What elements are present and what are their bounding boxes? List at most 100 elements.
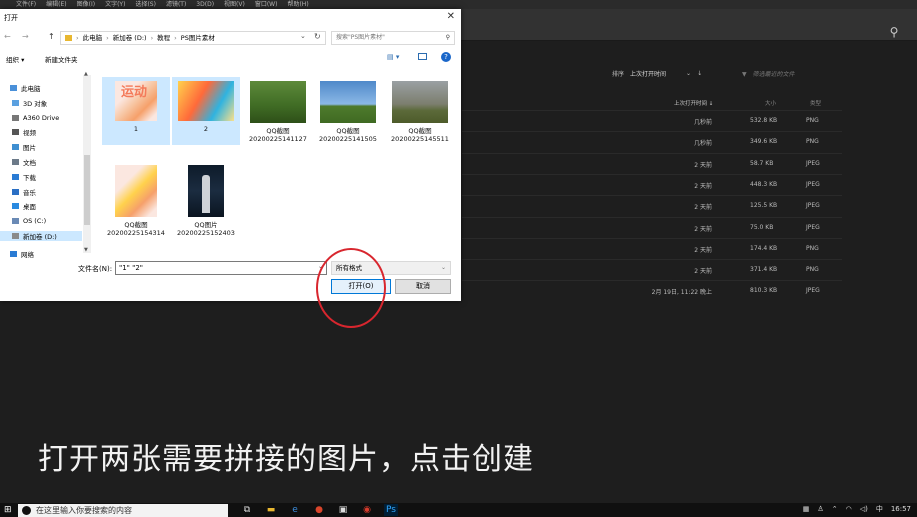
back-arrow-icon[interactable]: ←	[4, 32, 11, 41]
file-explorer-icon[interactable]: ▬	[264, 504, 278, 516]
menu-item[interactable]: 文件(F)	[16, 0, 36, 9]
app-icon[interactable]: ●	[312, 504, 326, 516]
sort-arrow-icon[interactable]: ↓	[697, 70, 702, 77]
recent-file-row[interactable]: 2月 19日, 11:22 晚上 810.3 KB JPEG	[462, 280, 842, 301]
file-name: QQ截图 20200225141505	[319, 127, 377, 143]
col-size[interactable]: 大小	[765, 99, 776, 107]
nav-item[interactable]: 音乐	[12, 187, 36, 197]
refresh-icon[interactable]: ↻	[314, 32, 321, 41]
file-item[interactable]: 2	[172, 77, 240, 145]
file-thumbnail: 运动	[115, 81, 157, 121]
recent-file-row[interactable]: 2 天前 371.4 KB PNG	[462, 259, 842, 280]
menu-item[interactable]: 编辑(E)	[46, 0, 66, 9]
wifi-icon[interactable]: ◠	[846, 505, 852, 513]
file-thumbnail	[178, 81, 234, 121]
file-item[interactable]: QQ截图 20200225141505	[314, 77, 382, 145]
people-icon[interactable]: ♙	[817, 505, 823, 513]
sort-control[interactable]: 排序 上次打开时间 ⌄ ↓	[612, 69, 702, 78]
preview-pane-icon[interactable]	[418, 53, 427, 60]
cancel-button[interactable]: 取消	[395, 279, 451, 294]
windows-start-icon[interactable]: ⊞	[4, 505, 14, 515]
file-item[interactable]: QQ图片 20200225152403	[172, 161, 240, 245]
close-icon[interactable]: ✕	[447, 11, 455, 22]
recent-file-row[interactable]: 2 天前 75.0 KB JPEG	[462, 216, 842, 238]
sort-value[interactable]: 上次打开时间	[630, 69, 666, 78]
up-arrow-icon[interactable]: ↑	[48, 32, 55, 41]
scroll-down-icon[interactable]: ▼	[84, 247, 88, 253]
breadcrumb-item[interactable]: PS图片素材	[181, 32, 215, 44]
dialog-titlebar[interactable]: 打开 ✕	[0, 9, 461, 27]
file-thumbnail	[250, 81, 306, 123]
nav-scrollbar[interactable]: ▲ ▼	[83, 71, 91, 253]
file-item[interactable]: 运动 1	[102, 77, 170, 145]
forward-arrow-icon[interactable]: →	[22, 32, 29, 41]
nav-item[interactable]: 桌面	[12, 201, 36, 211]
recent-file-row[interactable]: 几秒前 349.6 KB PNG	[462, 131, 842, 152]
help-icon[interactable]: ?	[441, 52, 451, 62]
chevron-down-icon[interactable]: ⌄	[300, 32, 306, 40]
scroll-thumb[interactable]	[84, 155, 90, 225]
view-options-icon[interactable]: ▤ ▾	[387, 53, 399, 61]
nav-item[interactable]: OS (C:)	[12, 216, 46, 226]
nav-item[interactable]: 3D 对象	[12, 98, 47, 108]
filter-input[interactable]: ▼ 筛选最近的文件	[742, 69, 795, 78]
menu-item[interactable]: 3D(D)	[196, 0, 214, 9]
menu-item[interactable]: 滤镜(T)	[166, 0, 186, 9]
chevron-up-icon[interactable]: ⌃	[832, 505, 838, 513]
breadcrumb-item[interactable]: 教程	[157, 32, 170, 44]
breadcrumb-item[interactable]: 新加卷 (D:)	[113, 32, 147, 44]
recent-file-row[interactable]: 2 天前 174.4 KB PNG	[462, 237, 842, 259]
menu-item[interactable]: 帮助(H)	[287, 0, 308, 9]
task-view-icon[interactable]: ⧉	[240, 504, 254, 516]
nav-item[interactable]: 网络	[10, 249, 34, 259]
menu-item[interactable]: 图像(I)	[77, 0, 95, 9]
new-folder-button[interactable]: 新建文件夹	[45, 54, 78, 64]
nav-item[interactable]: 此电脑	[10, 83, 41, 93]
search-icon[interactable]: ⚲	[887, 25, 901, 39]
edge-icon[interactable]: e	[288, 504, 302, 516]
recent-file-row[interactable]: 2 天前 58.7 KB JPEG	[462, 152, 842, 174]
nav-item[interactable]: 图片	[12, 142, 36, 152]
recorder-icon[interactable]: ◉	[360, 504, 374, 516]
col-last-opened[interactable]: 上次打开时间 ↓	[674, 99, 713, 107]
taskbar-search-input[interactable]: 在这里输入你要搜索的内容	[18, 504, 228, 517]
nav-item[interactable]: 新加卷 (D:)	[0, 231, 82, 241]
menu-item[interactable]: 窗口(W)	[255, 0, 278, 9]
chevron-down-icon[interactable]: ⌄	[686, 70, 691, 77]
row-time: 2 天前	[694, 246, 712, 254]
row-time: 几秒前	[693, 140, 712, 148]
scroll-up-icon[interactable]: ▲	[84, 71, 88, 77]
organize-button[interactable]: 组织 ▾	[6, 54, 24, 64]
menu-item[interactable]: 选择(S)	[135, 0, 156, 9]
nav-item[interactable]: 文档	[12, 157, 36, 167]
tray-icon[interactable]: ▦	[803, 505, 810, 513]
recent-file-row[interactable]: 几秒前 532.8 KB PNG	[462, 110, 842, 131]
file-item[interactable]: QQ截图 20200225141127	[244, 77, 312, 145]
drive-icon	[12, 218, 19, 224]
search-icon[interactable]: ⚲	[446, 32, 450, 44]
sort-label: 排序	[612, 71, 625, 78]
row-size: 532.8 KB	[750, 117, 778, 124]
breadcrumb-sep: ›	[76, 34, 79, 42]
nav-item[interactable]: 下载	[12, 172, 36, 182]
file-item[interactable]: QQ截图 20200225154314	[102, 161, 170, 245]
clock[interactable]: 16:57	[891, 505, 911, 513]
file-item[interactable]: QQ截图 20200225145511	[386, 77, 454, 145]
breadcrumb[interactable]: › 此电脑 › 新加卷 (D:) › 教程 › PS图片素材	[60, 31, 326, 45]
nav-item[interactable]: 视频	[12, 127, 36, 137]
breadcrumb-item[interactable]: 此电脑	[83, 32, 103, 44]
recent-file-row[interactable]: 2 天前 448.3 KB JPEG	[462, 173, 842, 195]
filename-input[interactable]: "1" "2"	[115, 261, 327, 275]
nav-item[interactable]: A360 Drive	[12, 113, 59, 123]
chevron-down-icon: ⌄	[440, 264, 446, 271]
menu-item[interactable]: 文字(Y)	[105, 0, 125, 9]
col-type[interactable]: 类型	[810, 99, 821, 107]
input-method-icon[interactable]: 中	[876, 504, 883, 514]
menu-item[interactable]: 视图(V)	[224, 0, 245, 9]
photoshop-icon[interactable]: Ps	[384, 504, 398, 516]
search-input[interactable]: 搜索"PS图片素材" ⚲	[331, 31, 455, 45]
volume-icon[interactable]: ◁)	[860, 505, 868, 513]
image-app-icon[interactable]: ▣	[336, 504, 350, 516]
filter-placeholder: 筛选最近的文件	[752, 71, 795, 78]
recent-file-row[interactable]: 2 天前 125.5 KB JPEG	[462, 195, 842, 216]
